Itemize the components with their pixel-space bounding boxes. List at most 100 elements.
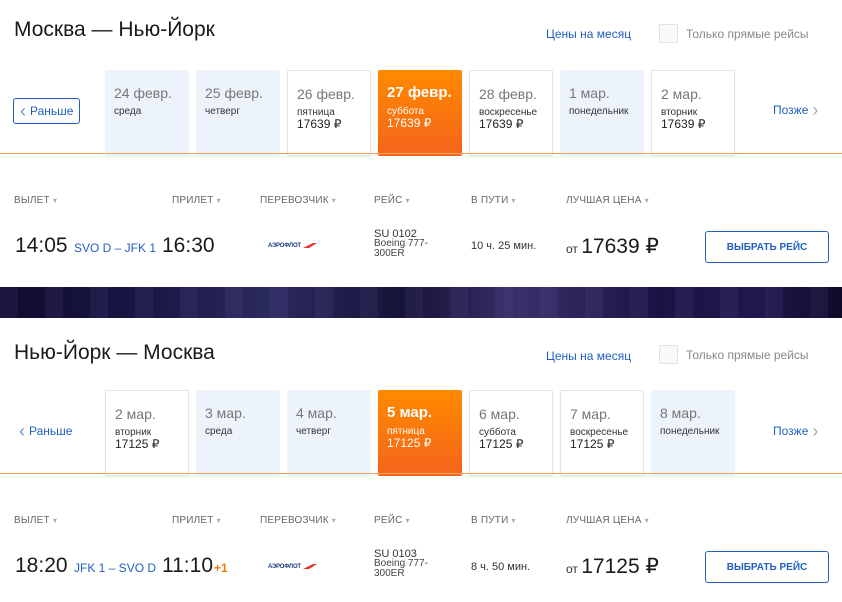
sort-flight[interactable]: РЕЙС ▾: [374, 515, 410, 526]
date-label: 1 мар.: [569, 85, 610, 101]
duration: 8 ч. 50 мин.: [471, 561, 531, 573]
select-flight-button[interactable]: ВЫБРАТЬ РЕЙС: [705, 231, 829, 263]
sort-arrival[interactable]: ПРИЛЕТ ▾: [172, 515, 221, 526]
chevron-right-icon: ›: [812, 100, 819, 120]
direct-only-label: Только прямые рейсы: [686, 26, 809, 41]
duration: 10 ч. 25 мин.: [471, 240, 537, 252]
date-label: 25 февр.: [205, 85, 263, 101]
aircraft-line2: 300ER: [374, 248, 405, 259]
select-flight-button[interactable]: ВЫБРАТЬ РЕЙС: [705, 551, 829, 583]
earlier-button[interactable]: ‹ Раньше: [13, 418, 78, 444]
date-price: 17639 ₽: [661, 117, 706, 131]
date-price: 17125 ₽: [570, 437, 615, 451]
divider: [0, 153, 842, 154]
date-cell[interactable]: 28 февр. воскресенье 17639 ₽: [469, 70, 553, 156]
aeroflot-logo-text: АЭРОФЛОТ: [268, 243, 301, 249]
aeroflot-wings-icon: [302, 243, 317, 248]
date-cell[interactable]: 3 мар. среда: [196, 390, 280, 476]
aeroflot-logo-text: АЭРОФЛОТ: [268, 564, 301, 570]
date-cell[interactable]: 2 мар. вторник 17639 ₽: [651, 70, 735, 156]
weekday-label: среда: [205, 426, 233, 437]
sort-duration[interactable]: В ПУТИ ▾: [471, 515, 516, 526]
date-label: 3 мар.: [205, 405, 246, 421]
date-cell[interactable]: 25 февр. четверг: [196, 70, 280, 156]
departure-time: 18:20: [15, 554, 68, 577]
date-cell[interactable]: 1 мар. понедельник: [560, 70, 644, 156]
direct-only-toggle[interactable]: Только прямые рейсы: [659, 24, 809, 43]
date-cell[interactable]: 6 мар. суббота 17125 ₽: [469, 390, 553, 476]
weekday-label: четверг: [296, 426, 331, 437]
date-label: 5 мар.: [387, 404, 433, 421]
arrival-time: 16:30: [162, 234, 215, 257]
best-price: от 17639 ₽: [566, 235, 659, 258]
chevron-left-icon: ‹: [20, 101, 26, 121]
aeroflot-wings-icon: [302, 564, 317, 569]
direct-only-label: Только прямые рейсы: [686, 347, 809, 362]
sort-flight[interactable]: РЕЙС ▾: [374, 195, 410, 206]
direct-only-toggle[interactable]: Только прямые рейсы: [659, 345, 809, 364]
later-label: Позже: [773, 103, 809, 117]
date-label: 7 мар.: [570, 406, 611, 422]
best-price: от 17125 ₽: [566, 555, 659, 578]
weekday-label: среда: [114, 106, 142, 117]
airports-route: SVO D – JFK 1: [74, 241, 157, 255]
date-cell[interactable]: 2 мар. вторник 17125 ₽: [105, 390, 189, 476]
chevron-right-icon: ›: [812, 421, 819, 441]
date-label: 4 мар.: [296, 405, 337, 421]
date-price: 17639 ₽: [479, 117, 524, 131]
sort-departure[interactable]: ВЫЛЕТ ▾: [14, 195, 57, 206]
weekday-label: четверг: [205, 106, 240, 117]
airports-route: JFK 1 – SVO D: [74, 561, 157, 575]
weekday-label: понедельник: [569, 106, 629, 117]
direct-only-checkbox[interactable]: [659, 345, 678, 364]
sort-carrier[interactable]: ПЕРЕВОЗЧИК ▾: [260, 195, 336, 206]
direct-only-checkbox[interactable]: [659, 24, 678, 43]
earlier-button[interactable]: ‹ Раньше: [13, 98, 81, 124]
chevron-left-icon: ‹: [19, 421, 25, 441]
date-label: 24 февр.: [114, 85, 172, 101]
weekday-label: понедельник: [660, 426, 720, 437]
date-label: 6 мар.: [479, 406, 520, 422]
later-button[interactable]: Позже ›: [773, 100, 819, 120]
return-section: Нью-Йорк — Москва Цены на месяц Только п…: [0, 318, 842, 602]
date-price: 17639 ₽: [297, 117, 342, 131]
later-button[interactable]: Позже ›: [773, 421, 819, 441]
date-cell[interactable]: 4 мар. четверг: [287, 390, 371, 476]
sort-carrier[interactable]: ПЕРЕВОЗЧИК ▾: [260, 515, 336, 526]
divider: [0, 473, 842, 474]
promo-banner: [0, 287, 842, 318]
date-cell[interactable]: 8 мар. понедельник: [651, 390, 735, 476]
date-cell[interactable]: 7 мар. воскресенье 17125 ₽: [560, 390, 644, 476]
sort-duration[interactable]: В ПУТИ ▾: [471, 195, 516, 206]
later-label: Позже: [773, 424, 809, 438]
date-price: 17125 ₽: [387, 436, 432, 450]
earlier-label: Раньше: [29, 424, 73, 438]
sort-arrival[interactable]: ПРИЛЕТ ▾: [172, 195, 221, 206]
month-prices-link[interactable]: Цены на месяц: [546, 27, 631, 41]
sort-best-price[interactable]: ЛУЧШАЯ ЦЕНА ▾: [566, 515, 649, 526]
day-offset-badge: +1: [214, 561, 228, 575]
arrival-time: 11:10+1: [162, 554, 228, 577]
flight-info: SU 0103 Boeing 777- 300ER: [374, 549, 428, 579]
date-label: 8 мар.: [660, 405, 701, 421]
date-label: 27 февр.: [387, 84, 452, 101]
date-strip: 24 февр. среда 25 февр. четверг 26 февр.…: [105, 70, 735, 156]
date-label: 28 февр.: [479, 86, 537, 102]
carrier-logo: АЭРОФЛОТ: [268, 563, 317, 571]
date-cell[interactable]: 26 февр. пятница 17639 ₽: [287, 70, 371, 156]
sort-best-price[interactable]: ЛУЧШАЯ ЦЕНА ▾: [566, 195, 649, 206]
date-price: 17639 ₽: [387, 116, 432, 130]
date-price: 17125 ₽: [115, 437, 160, 451]
date-price: 17125 ₽: [479, 437, 524, 451]
date-label: 26 февр.: [297, 86, 355, 102]
sort-departure[interactable]: ВЫЛЕТ ▾: [14, 515, 57, 526]
date-label: 2 мар.: [115, 406, 156, 422]
date-label: 2 мар.: [661, 86, 702, 102]
date-cell-selected[interactable]: 5 мар. пятница 17125 ₽: [378, 390, 462, 476]
date-cell-selected[interactable]: 27 февр. суббота 17639 ₽: [378, 70, 462, 156]
departure-time: 14:05: [15, 234, 68, 257]
outbound-section: Москва — Нью-Йорк Цены на месяц Только п…: [0, 0, 842, 287]
flight-info: SU 0102 Boeing 777- 300ER: [374, 229, 428, 259]
date-cell[interactable]: 24 февр. среда: [105, 70, 189, 156]
month-prices-link[interactable]: Цены на месяц: [546, 349, 631, 363]
